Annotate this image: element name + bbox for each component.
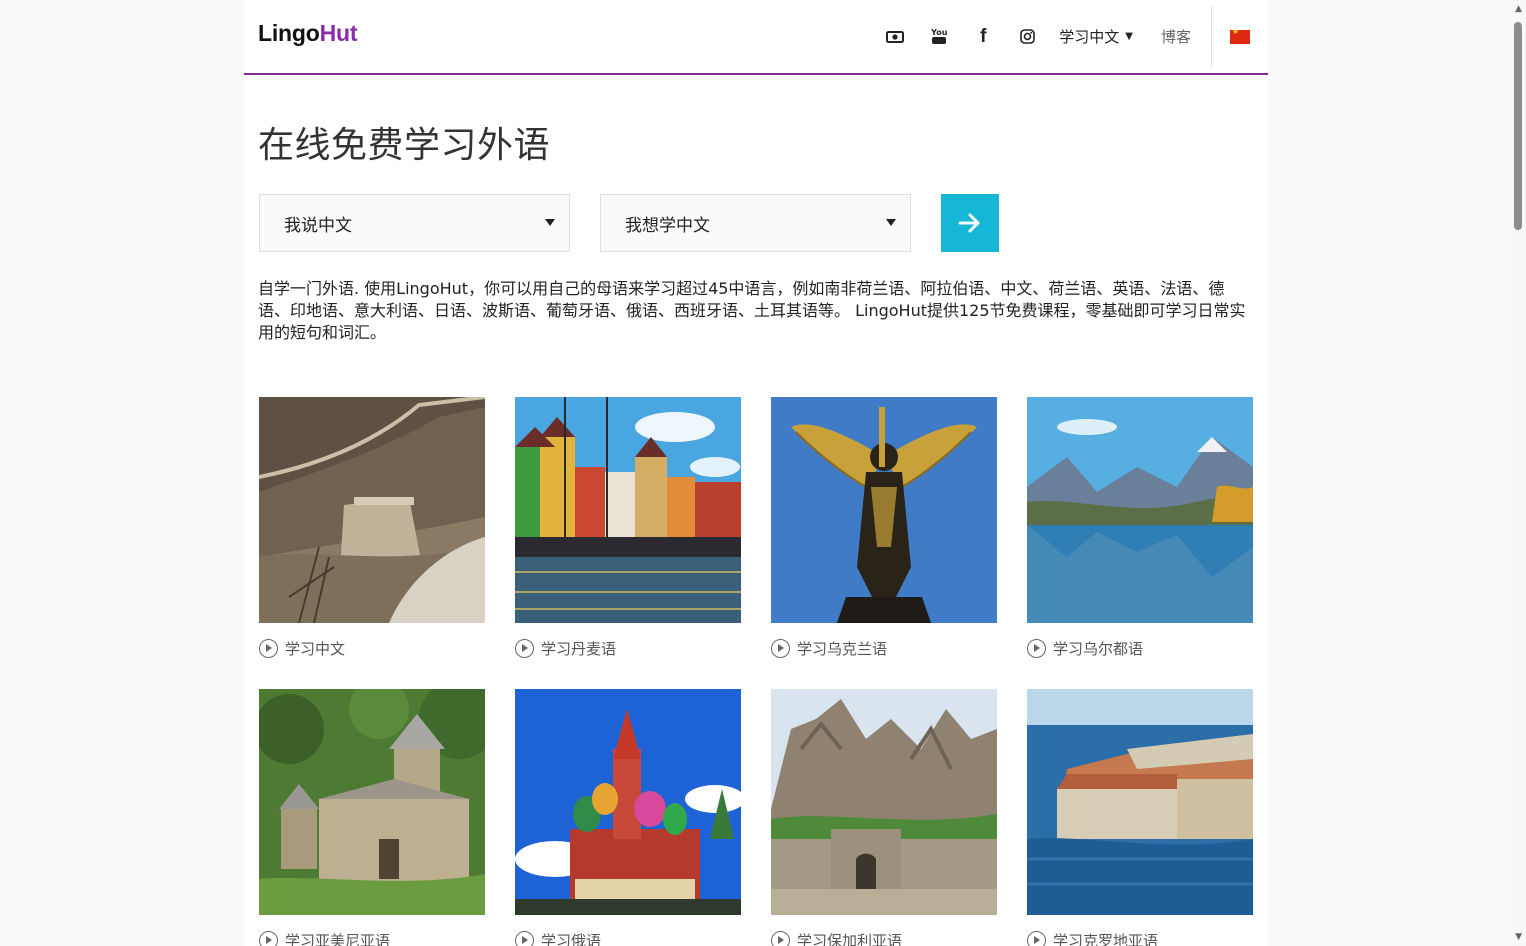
caret-down-icon — [545, 219, 555, 226]
course-card[interactable]: 学习俄语 — [515, 689, 741, 946]
play-circle-icon — [515, 639, 534, 658]
scroll-down-arrow-icon[interactable]: ▼ — [1515, 932, 1522, 942]
course-link[interactable]: 学习克罗地亚语 — [1027, 930, 1253, 946]
learn-language-select[interactable]: 我想学中文 — [600, 194, 911, 252]
language-menu[interactable]: 学习中文 ▼ — [1049, 26, 1143, 47]
china-flag-icon — [1230, 27, 1250, 44]
play-circle-icon — [259, 931, 278, 946]
course-link[interactable]: 学习乌尔都语 — [1027, 638, 1253, 659]
course-image-st-basils-cathedral — [515, 689, 741, 915]
course-link[interactable]: 学习中文 — [259, 638, 485, 659]
course-link[interactable]: 学习保加利亚语 — [771, 930, 997, 946]
course-link[interactable]: 学习乌克兰语 — [771, 638, 997, 659]
page-title: 在线免费学习外语 — [258, 125, 551, 166]
scroll-up-arrow-icon[interactable]: ▲ — [1515, 4, 1522, 14]
site-header: LingoHut You f 学习中文 ▼ 博客 — [244, 0, 1268, 75]
instagram-icon[interactable] — [1005, 0, 1049, 73]
play-circle-icon — [1027, 639, 1046, 658]
page-scrollbar[interactable]: ▲ ▼ — [1510, 0, 1526, 946]
course-image-great-wall — [259, 397, 485, 623]
course-image-mountain-lake — [1027, 397, 1253, 623]
play-circle-icon — [259, 639, 278, 658]
scrollbar-thumb[interactable] — [1514, 22, 1522, 230]
intro-description: 自学一门外语. 使用LingoHut，你可以用自己的母语来学习超过45中语言，例… — [258, 279, 1246, 342]
play-circle-icon — [771, 931, 790, 946]
course-card[interactable]: 学习亚美尼亚语 — [259, 689, 485, 946]
header-nav: You f 学习中文 ▼ 博客 — [873, 0, 1268, 73]
course-card[interactable]: 学习保加利亚语 — [771, 689, 997, 946]
course-card[interactable]: 学习中文 — [259, 397, 485, 659]
language-flag-button[interactable] — [1212, 0, 1268, 73]
caret-down-icon — [886, 219, 896, 226]
course-card[interactable]: 学习乌尔都语 — [1027, 397, 1253, 659]
go-button[interactable] — [941, 194, 999, 252]
camera-icon[interactable] — [873, 0, 917, 73]
course-card[interactable]: 学习乌克兰语 — [771, 397, 997, 659]
course-card[interactable]: 学习丹麦语 — [515, 397, 741, 659]
lingohut-logo[interactable]: LingoHut — [258, 20, 358, 47]
play-circle-icon — [771, 639, 790, 658]
play-circle-icon — [515, 931, 534, 946]
blog-link[interactable]: 博客 — [1143, 26, 1211, 47]
course-image-rock-fortress — [771, 689, 997, 915]
course-image-dubrovnik-coast — [1027, 689, 1253, 915]
speak-language-select[interactable]: 我说中文 — [259, 194, 570, 252]
page: LingoHut You f 学习中文 ▼ 博客 ★ 在线免费学习外语 我说中文… — [244, 0, 1268, 946]
course-card[interactable]: 学习克罗地亚语 — [1027, 689, 1253, 946]
course-link[interactable]: 学习亚美尼亚语 — [259, 930, 485, 946]
course-image-armenian-monastery — [259, 689, 485, 915]
facebook-icon[interactable]: f — [961, 0, 1005, 73]
course-link[interactable]: 学习俄语 — [515, 930, 741, 946]
course-image-archangel-statue — [771, 397, 997, 623]
play-circle-icon — [1027, 931, 1046, 946]
caret-down-icon: ▼ — [1125, 31, 1133, 42]
course-image-copenhagen-harbor — [515, 397, 741, 623]
arrow-right-icon — [958, 213, 980, 233]
youtube-icon[interactable]: You — [917, 0, 961, 73]
course-link[interactable]: 学习丹麦语 — [515, 638, 741, 659]
